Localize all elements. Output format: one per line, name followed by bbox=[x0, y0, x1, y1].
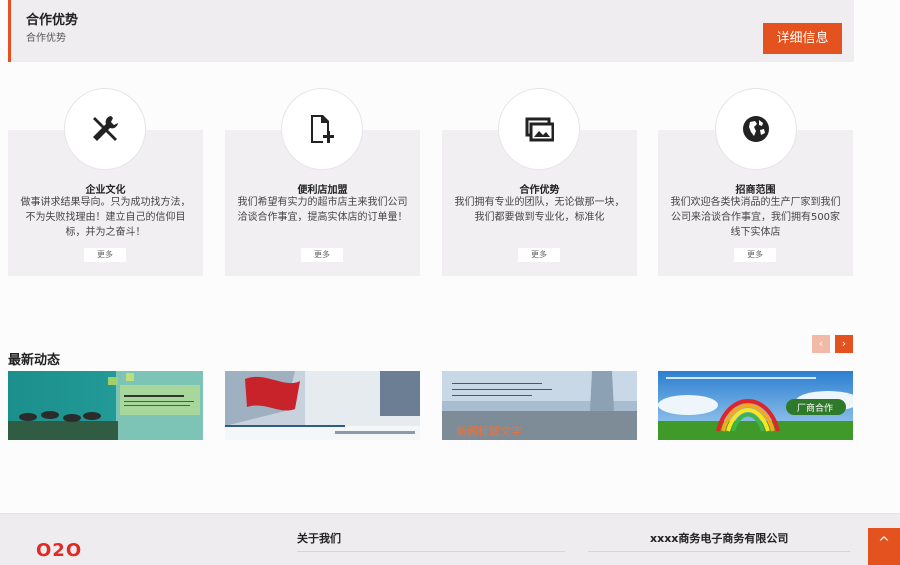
section-title: 合作优势 bbox=[26, 13, 79, 28]
news-thumb-flag[interactable] bbox=[225, 371, 420, 440]
site-logo[interactable]: O2O bbox=[36, 540, 82, 561]
section-subtitle: 合作优势 bbox=[26, 33, 66, 44]
more-button[interactable]: 更多 bbox=[734, 248, 776, 262]
globe-icon bbox=[715, 88, 797, 170]
city-caption: 新闻标题文字 bbox=[456, 424, 522, 438]
card-title: 合作优势 bbox=[519, 185, 560, 196]
news-thumb-horses[interactable] bbox=[8, 371, 203, 440]
more-button[interactable]: 更多 bbox=[84, 248, 126, 262]
footer-divider bbox=[297, 551, 565, 552]
section-header: 合作优势 合作优势 详细信息 bbox=[8, 0, 854, 62]
tools-icon bbox=[64, 88, 146, 170]
more-button[interactable]: 更多 bbox=[301, 248, 343, 262]
back-to-top-button[interactable]: ^ bbox=[868, 528, 900, 565]
card-description: 做事讲求结果导向。只为成功找方法，不为失败找理由！建立自己的信仰目标，并为之奋斗… bbox=[20, 197, 191, 238]
card-title: 便利店加盟 bbox=[297, 185, 348, 196]
details-button[interactable]: 详细信息 bbox=[763, 23, 842, 54]
carousel-next-button[interactable]: › bbox=[835, 335, 853, 353]
page: 合作优势 合作优势 详细信息 企业文化 做事讲求结果导向。只为成功找方法，不为失… bbox=[0, 0, 900, 565]
card-title: 企业文化 bbox=[85, 185, 126, 196]
news-section-title: 最新动态 bbox=[8, 353, 61, 368]
footer-divider bbox=[588, 551, 850, 552]
news-thumb-rainbow[interactable]: 厂商合作 bbox=[658, 371, 853, 440]
card-description: 我们拥有专业的团队，无论做那一块，我们都要做到专业化，标准化 bbox=[454, 197, 625, 223]
gallery-icon bbox=[498, 88, 580, 170]
document-add-icon bbox=[281, 88, 363, 170]
card-description: 我们希望有实力的超市店主来我们公司洽谈合作事宜，提高实体店的订单量！ bbox=[237, 197, 408, 223]
footer-company-name: xxxx商务电子商务有限公司 bbox=[650, 532, 789, 545]
news-thumb-city[interactable]: 新闻标题文字 bbox=[442, 371, 637, 440]
card-title: 招商范围 bbox=[735, 185, 776, 196]
rainbow-badge: 厂商合作 bbox=[797, 402, 833, 414]
card-description: 我们欢迎各类快消品的生产厂家到我们公司来洽谈合作事宜，我们拥有500家线下实体店 bbox=[670, 197, 841, 238]
more-button[interactable]: 更多 bbox=[518, 248, 560, 262]
carousel-prev-button[interactable]: ‹ bbox=[812, 335, 830, 353]
footer-about-title: 关于我们 bbox=[297, 532, 341, 545]
